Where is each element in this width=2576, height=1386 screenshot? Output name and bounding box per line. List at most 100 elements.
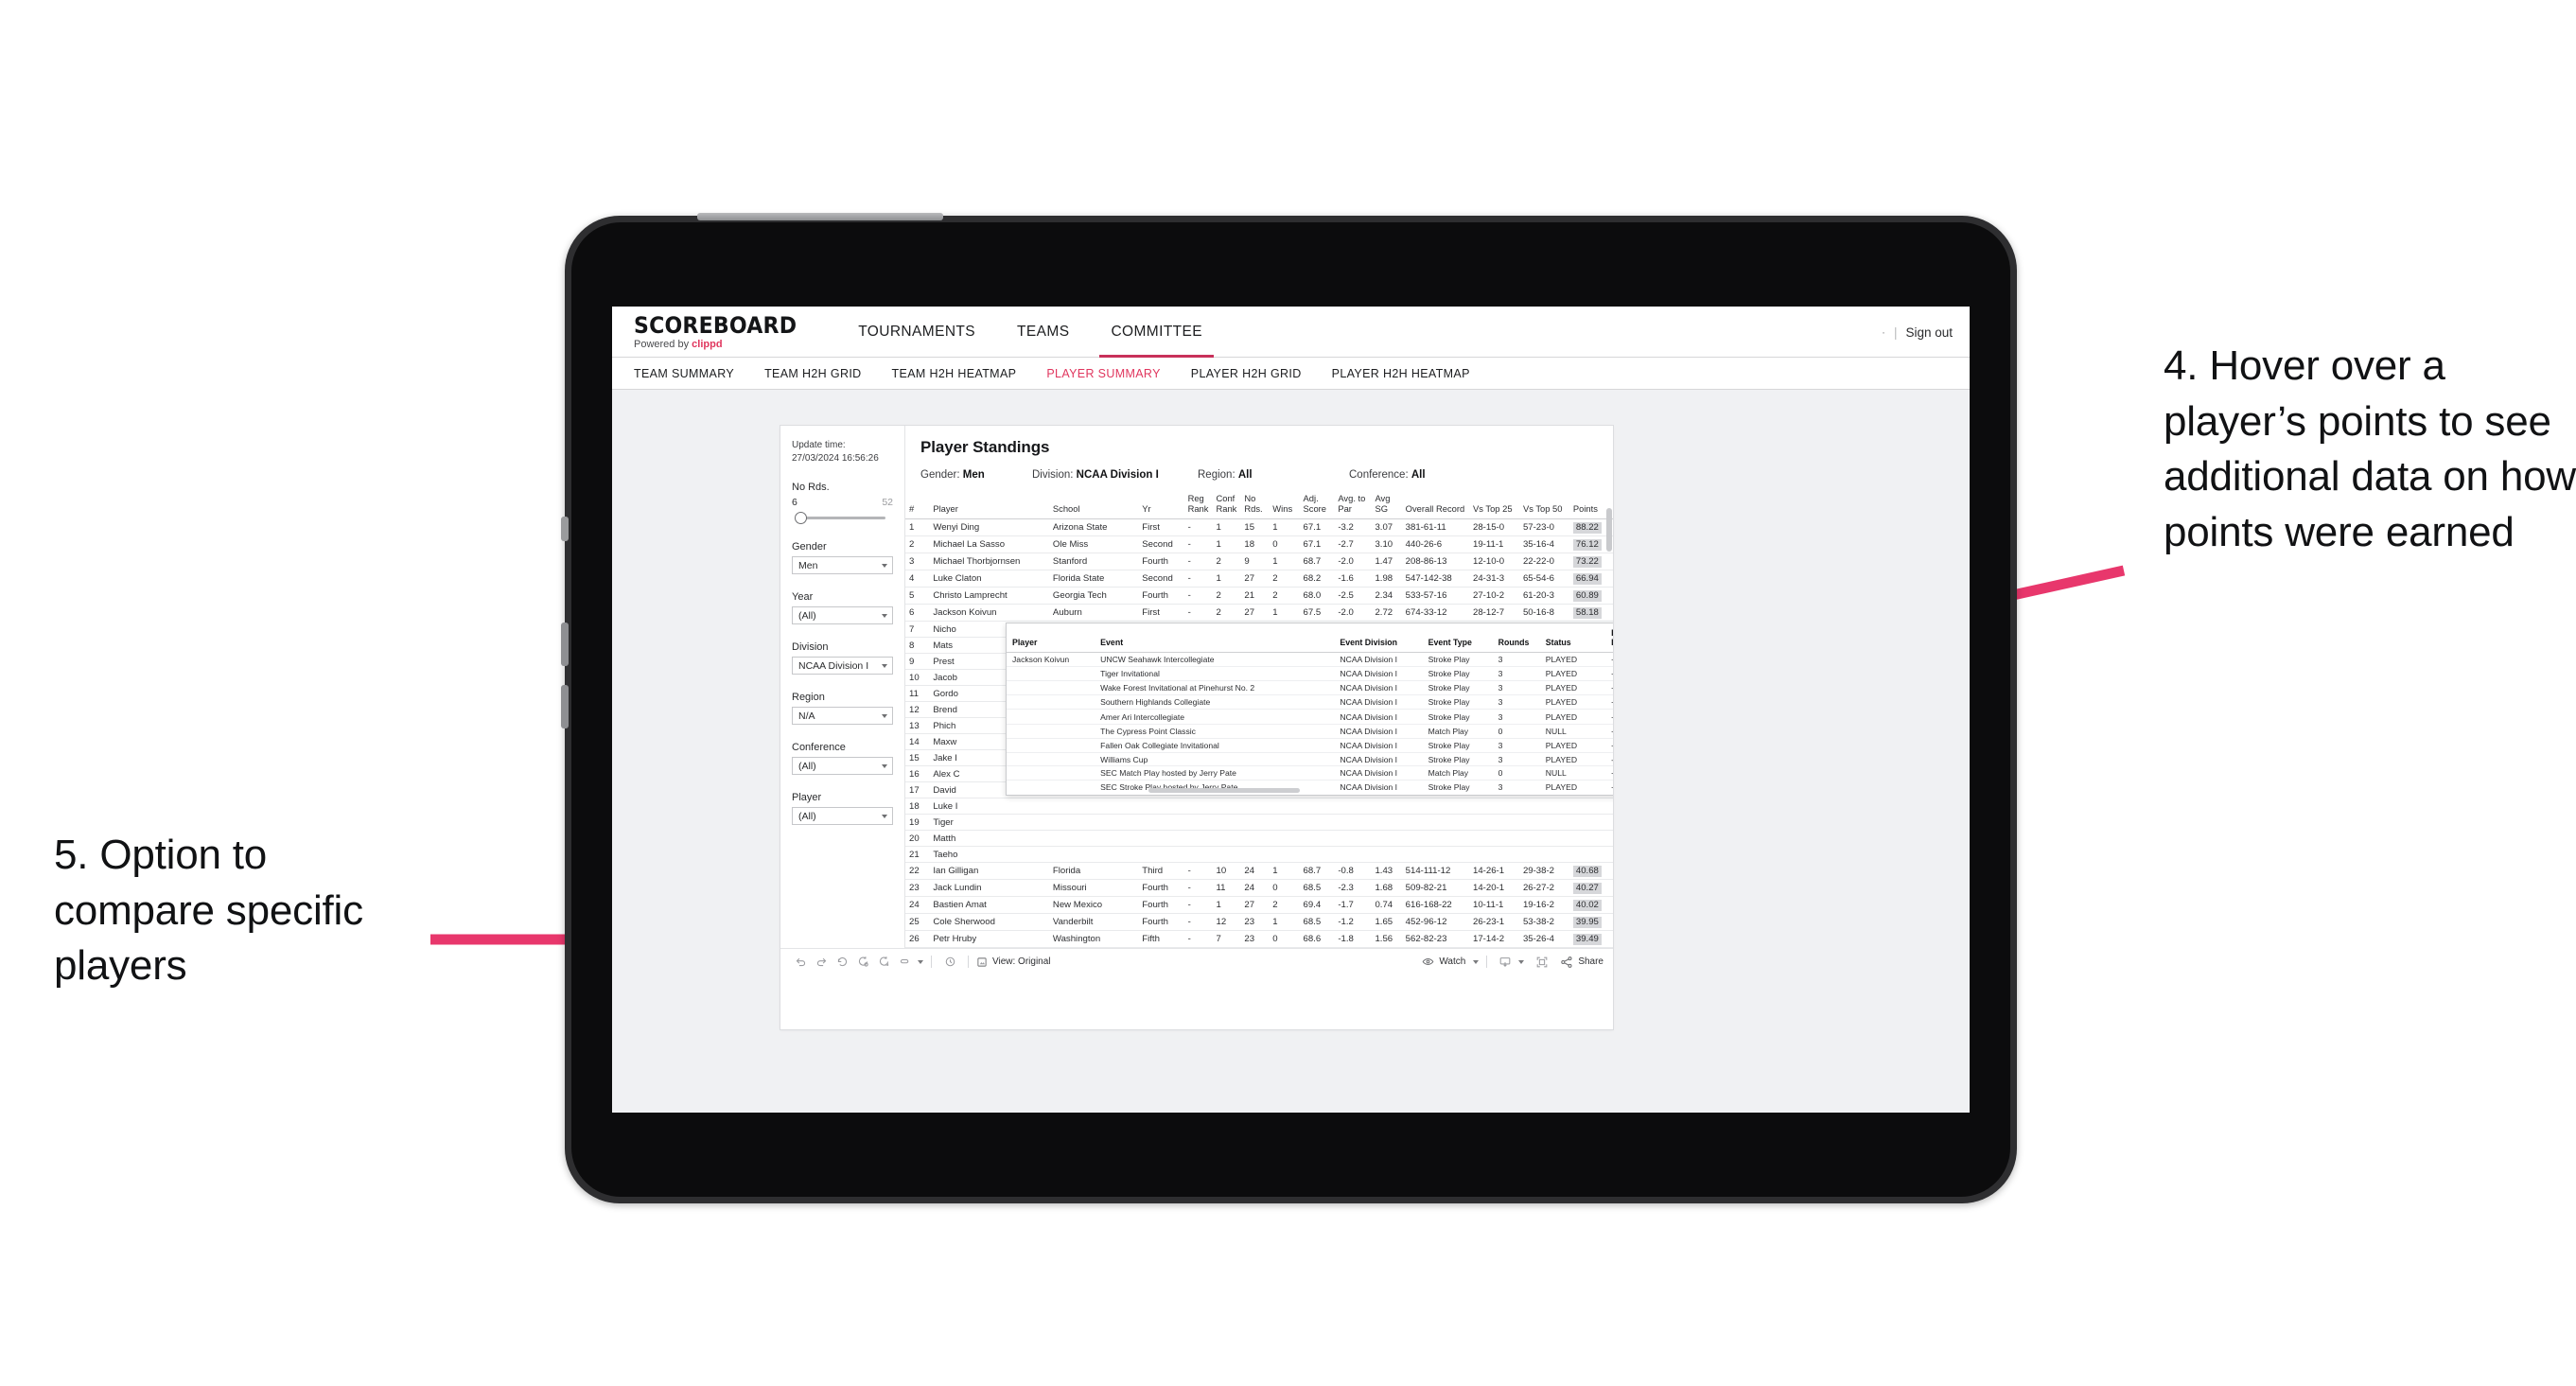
filter-conference-select[interactable]: (All) — [792, 757, 893, 775]
nav-item-committee[interactable]: COMMITTEE — [1090, 307, 1223, 358]
subnav-item-player-summary[interactable]: PLAYER SUMMARY — [1031, 367, 1175, 380]
points-cell[interactable]: 58.18 — [1568, 604, 1613, 623]
wins-cell: 1 — [1269, 518, 1300, 537]
table-row[interactable]: 4 Luke Claton Florida State Second -1 27 2 68.2… — [905, 570, 1613, 588]
subnav-item-team-summary[interactable]: TEAM SUMMARY — [634, 367, 749, 380]
tt-rank-impact-cell: + 0 — [1605, 709, 1613, 725]
col-wins[interactable]: Wins — [1269, 491, 1300, 520]
col-adj-score[interactable]: Adj. Score — [1299, 491, 1335, 520]
col-overall-record[interactable]: Overall Record — [1401, 491, 1470, 520]
table-row[interactable]: 18 Luke I — [905, 798, 1613, 816]
col-rank[interactable]: # — [905, 491, 930, 520]
col-vs-top-25[interactable]: Vs Top 25 — [1469, 491, 1519, 520]
no-rounds-slider[interactable] — [792, 511, 893, 524]
fullscreen-icon[interactable] — [1532, 952, 1552, 973]
table-row[interactable]: 19 Tiger — [905, 814, 1613, 832]
school-cell: Florida State — [1048, 570, 1139, 588]
share-button[interactable]: Share — [1560, 956, 1603, 969]
tt-status-cell: PLAYED — [1539, 780, 1606, 795]
filter-year-select[interactable]: (All) — [792, 606, 893, 624]
points-value: 40.02 — [1572, 899, 1602, 911]
rank-cell: 1 — [905, 518, 930, 537]
table-row[interactable]: 26 Petr Hruby Washington Fifth -7 23 0 68.6 -1.8… — [905, 930, 1613, 949]
wins-cell — [1269, 798, 1300, 816]
pause-auto-update-icon[interactable] — [939, 952, 960, 973]
filter-gender-select[interactable]: Men — [792, 556, 893, 574]
no-rounds-cell: 9 — [1240, 553, 1270, 571]
subnav-item-player-h2h-heatmap[interactable]: PLAYER H2H HEATMAP — [1317, 367, 1485, 380]
points-cell[interactable]: 66.94 — [1568, 570, 1613, 588]
download-icon[interactable] — [1495, 952, 1516, 973]
nav-item-teams[interactable]: TEAMS — [996, 307, 1090, 358]
table-row[interactable]: 6 Jackson Koivun Auburn First -2 27 1 67.5 -2.0 2… — [905, 604, 1613, 623]
col-vs-top-50[interactable]: Vs Top 50 — [1518, 491, 1569, 520]
table-row[interactable]: 21 Taeho — [905, 846, 1613, 864]
chevron-down-icon[interactable] — [1473, 959, 1480, 964]
tt-event-division-cell: NCAA Division I — [1334, 709, 1423, 725]
tt-event-cell: Amer Ari Intercollegiate — [1095, 709, 1335, 725]
table-row[interactable]: 1 Wenyi Ding Arizona State First -1 15 1 67.1 -3… — [905, 518, 1613, 537]
col-reg-rank[interactable]: Reg Rank — [1183, 491, 1213, 520]
vs-top-50-cell: 26-27-2 — [1518, 879, 1569, 898]
points-cell[interactable] — [1568, 798, 1613, 816]
redo-icon[interactable] — [811, 952, 832, 973]
undo-icon[interactable] — [790, 952, 811, 973]
slider-knob[interactable] — [795, 512, 807, 524]
points-cell[interactable]: 40.02 — [1568, 896, 1613, 915]
filter-player-select[interactable]: (All) — [792, 807, 893, 825]
col-player[interactable]: Player — [929, 491, 1049, 520]
col-school[interactable]: School — [1048, 491, 1139, 520]
filter-division-select[interactable]: NCAA Division I — [792, 657, 893, 675]
revert-icon[interactable] — [832, 952, 852, 973]
nav-item-tournaments[interactable]: TOURNAMENTS — [837, 307, 996, 358]
tt-rounds-cell: 3 — [1492, 780, 1540, 795]
chevron-down-icon[interactable] — [1518, 959, 1525, 964]
points-cell[interactable]: 73.22 — [1568, 553, 1613, 571]
refresh-icon[interactable] — [852, 952, 873, 973]
filter-division-value: NCAA Division I — [798, 659, 869, 672]
tt-status-cell: PLAYED — [1539, 738, 1606, 754]
col-avg-to-par[interactable]: Avg. to Par — [1334, 491, 1372, 520]
slider-range-labels: 6 52 — [792, 497, 893, 508]
sign-out-button[interactable]: Sign out — [1905, 325, 1953, 340]
col-no-rounds[interactable]: No Rds. — [1240, 491, 1270, 520]
points-cell[interactable]: 40.27 — [1568, 879, 1613, 898]
col-avg-sg[interactable]: Avg SG — [1371, 491, 1402, 520]
col-conf-rank[interactable]: Conf Rank — [1212, 491, 1241, 520]
year-cell: Fifth — [1138, 930, 1184, 949]
table-row[interactable]: 2 Michael La Sasso Ole Miss Second -1 18 0 67.1… — [905, 535, 1613, 554]
points-cell[interactable]: 39.95 — [1568, 913, 1613, 932]
table-row[interactable]: 22 Ian Gilligan Florida Third -10 24 1 68.7 -0.8… — [905, 862, 1613, 881]
player-cell: Matth — [929, 830, 1049, 848]
filter-gender-label: Gender — [792, 541, 827, 553]
subnav-item-player-h2h-grid[interactable]: PLAYER H2H GRID — [1176, 367, 1317, 380]
points-cell[interactable]: 39.49 — [1568, 930, 1613, 949]
pause-updates-icon[interactable] — [873, 952, 894, 973]
no-rounds-cell: 24 — [1240, 862, 1270, 881]
undo-history-icon[interactable] — [894, 952, 915, 973]
col-year[interactable]: Yr — [1138, 491, 1184, 520]
points-cell[interactable]: 40.68 — [1568, 862, 1613, 881]
table-row[interactable]: 3 Michael Thorbjornsen Stanford Fourth -2 9 1 6… — [905, 553, 1613, 571]
points-cell[interactable] — [1568, 846, 1613, 864]
watch-button[interactable]: Watch — [1422, 956, 1480, 968]
school-cell: New Mexico — [1048, 896, 1139, 915]
points-value: 40.27 — [1572, 882, 1602, 894]
table-vertical-scrollbar[interactable] — [1606, 508, 1612, 552]
points-cell[interactable] — [1568, 830, 1613, 848]
points-cell[interactable]: 60.89 — [1568, 587, 1613, 605]
subnav-item-team-h2h-grid[interactable]: TEAM H2H GRID — [749, 367, 876, 380]
subnav-item-team-h2h-heatmap[interactable]: TEAM H2H HEATMAP — [877, 367, 1032, 380]
chevron-down-icon[interactable] — [918, 959, 923, 964]
points-cell[interactable] — [1568, 814, 1613, 832]
view-original-button[interactable]: View: Original — [976, 956, 1051, 968]
table-row[interactable]: 20 Matth — [905, 830, 1613, 848]
table-row[interactable]: 24 Bastien Amat New Mexico Fourth -1 27 2 69.4-… — [905, 896, 1613, 915]
table-row[interactable]: 5 Christo Lamprecht Georgia Tech Fourth -2 21… — [905, 587, 1613, 605]
table-row[interactable]: 23 Jack Lundin Missouri Fourth -11 24 0 68.5 -2.… — [905, 879, 1613, 898]
tooltip-horizontal-scrollbar[interactable] — [1148, 788, 1300, 793]
tt-rounds-cell: 0 — [1492, 765, 1540, 781]
tt-player-cell: Jackson Koivun — [1007, 652, 1095, 667]
table-row[interactable]: 25 Cole Sherwood Vanderbilt Fourth -12 23 1 68.… — [905, 913, 1613, 932]
filter-region-select[interactable]: N/A — [792, 707, 893, 725]
